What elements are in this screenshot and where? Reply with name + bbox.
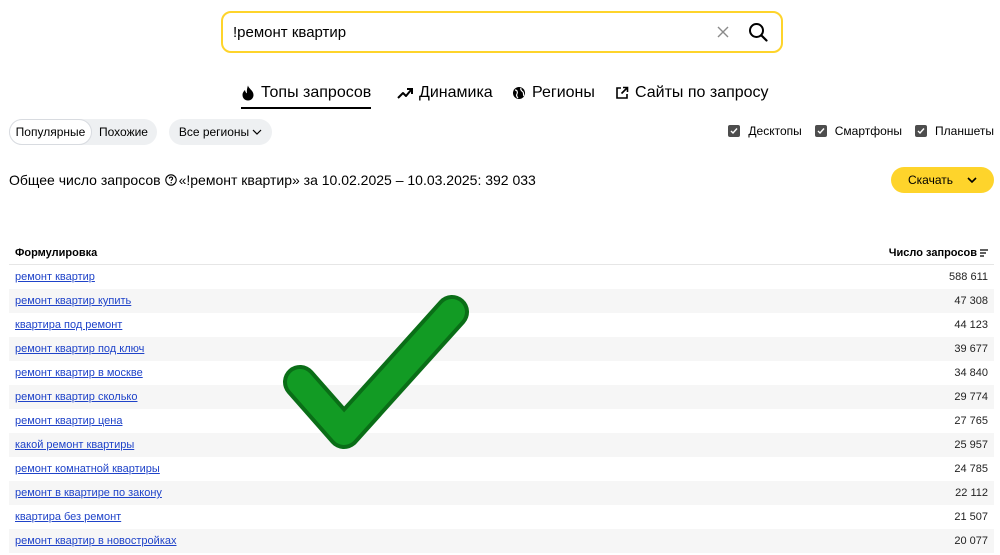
- device-filters: Десктопы Смартфоны Планшеты: [715, 124, 994, 138]
- device-label: Смартфоны: [834, 124, 903, 138]
- query-count: 47 308: [954, 295, 988, 307]
- query-count: 24 785: [954, 463, 988, 475]
- table-row: ремонт квартир цена 27 765: [9, 409, 994, 433]
- device-smartphone[interactable]: Смартфоны: [814, 124, 903, 138]
- query-count: 29 774: [954, 391, 988, 403]
- query-count: 44 123: [954, 319, 988, 331]
- query-link[interactable]: ремонт квартир в новостройках: [15, 535, 177, 547]
- column-count-label: Число запросов: [888, 246, 977, 259]
- query-link[interactable]: ремонт квартир сколько: [15, 391, 137, 403]
- tab-sites[interactable]: Сайты по запросу: [615, 80, 769, 106]
- clear-icon[interactable]: [711, 20, 735, 44]
- table-row: ремонт квартир под ключ 39 677: [9, 337, 994, 361]
- query-count: 39 677: [954, 343, 988, 355]
- query-link[interactable]: ремонт квартир купить: [15, 295, 131, 307]
- query-link[interactable]: ремонт квартир под ключ: [15, 343, 144, 355]
- tab-top-queries[interactable]: Топы запросов: [241, 80, 372, 109]
- table-row: какой ремонт квартиры 25 957: [9, 433, 994, 457]
- device-tablet[interactable]: Планшеты: [915, 124, 994, 138]
- table-row: ремонт квартир сколько 29 774: [9, 385, 994, 409]
- query-link[interactable]: какой ремонт квартиры: [15, 439, 134, 451]
- column-phrase[interactable]: Формулировка: [15, 247, 97, 259]
- tab-label: Регионы: [532, 84, 595, 101]
- queries-table: Формулировка Число запросов ремонт кварт…: [9, 241, 994, 553]
- query-count: 22 112: [955, 487, 988, 499]
- chevron-down-icon: [252, 129, 262, 135]
- total-detail: «!ремонт квартир» за 10.02.2025 – 10.03.…: [178, 172, 536, 188]
- fire-icon: [242, 85, 254, 101]
- tab-label: Динамика: [419, 84, 493, 101]
- query-count: 34 840: [954, 367, 988, 379]
- table-row: квартира под ремонт 44 123: [9, 313, 994, 337]
- globe-icon: [513, 87, 525, 99]
- query-count: 25 957: [954, 439, 988, 451]
- checkbox-checked-icon[interactable]: [814, 125, 827, 137]
- table-row: ремонт квартир купить 47 308: [9, 289, 994, 313]
- tab-dynamics[interactable]: Динамика: [397, 80, 493, 106]
- table-row: квартира без ремонт 21 507: [9, 505, 994, 529]
- table-row: ремонт квартир в новостройках 20 077: [9, 529, 994, 553]
- checkbox-checked-icon[interactable]: [728, 125, 741, 137]
- table-row: ремонт комнатной квартиры 24 785: [9, 457, 994, 481]
- region-dropdown[interactable]: Все регионы: [169, 119, 272, 145]
- query-link[interactable]: ремонт квартир цена: [15, 415, 122, 427]
- column-count[interactable]: Число запросов: [889, 247, 988, 259]
- query-count: 21 507: [954, 511, 988, 523]
- search-bar: [221, 11, 783, 53]
- external-link-icon: [616, 86, 629, 99]
- total-count: Общее число запросов «!ремонт квартир» з…: [9, 172, 536, 188]
- trend-icon: [397, 88, 413, 99]
- popular-toggle[interactable]: Популярные: [9, 119, 92, 145]
- query-count: 20 077: [954, 535, 988, 547]
- search-input[interactable]: [223, 13, 711, 51]
- sort-icon: [980, 248, 988, 257]
- total-label: Общее число запросов: [9, 172, 161, 188]
- region-label: Все регионы: [178, 125, 250, 139]
- query-link[interactable]: квартира без ремонт: [15, 511, 121, 523]
- table-body: ремонт квартир 588 611 ремонт квартир куп…: [9, 265, 994, 553]
- search-icon[interactable]: [745, 19, 771, 45]
- query-link[interactable]: ремонт в квартире по закону: [15, 487, 162, 499]
- chevron-down-icon: [967, 177, 977, 183]
- tab-regions[interactable]: Регионы: [512, 80, 595, 106]
- table-row: ремонт в квартире по закону 22 112: [9, 481, 994, 505]
- query-link[interactable]: ремонт комнатной квартиры: [15, 463, 160, 475]
- download-button[interactable]: Скачать: [891, 167, 994, 193]
- query-link[interactable]: квартира под ремонт: [15, 319, 122, 331]
- checkbox-checked-icon[interactable]: [915, 125, 928, 137]
- query-link[interactable]: ремонт квартир: [15, 271, 95, 283]
- tab-label: Сайты по запросу: [635, 84, 769, 101]
- similar-toggle[interactable]: Похожие: [92, 119, 155, 145]
- tab-label: Топы запросов: [261, 84, 372, 101]
- device-desktop[interactable]: Десктопы: [728, 124, 802, 138]
- device-label: Планшеты: [935, 124, 994, 138]
- device-label: Десктопы: [748, 124, 802, 138]
- query-link[interactable]: ремонт квартир в москве: [15, 367, 143, 379]
- view-tabs: Топы запросов Динамика Регионы Сайты по …: [0, 80, 1000, 109]
- table-row: ремонт квартир 588 611: [9, 265, 994, 289]
- table-row: ремонт квартир в москве 34 840: [9, 361, 994, 385]
- query-type-switch: Популярные Похожие: [9, 119, 157, 145]
- download-label: Скачать: [908, 173, 953, 187]
- query-count: 27 765: [954, 415, 988, 427]
- query-count: 588 611: [949, 271, 988, 283]
- help-icon[interactable]: [164, 174, 177, 186]
- table-header: Формулировка Число запросов: [9, 241, 994, 265]
